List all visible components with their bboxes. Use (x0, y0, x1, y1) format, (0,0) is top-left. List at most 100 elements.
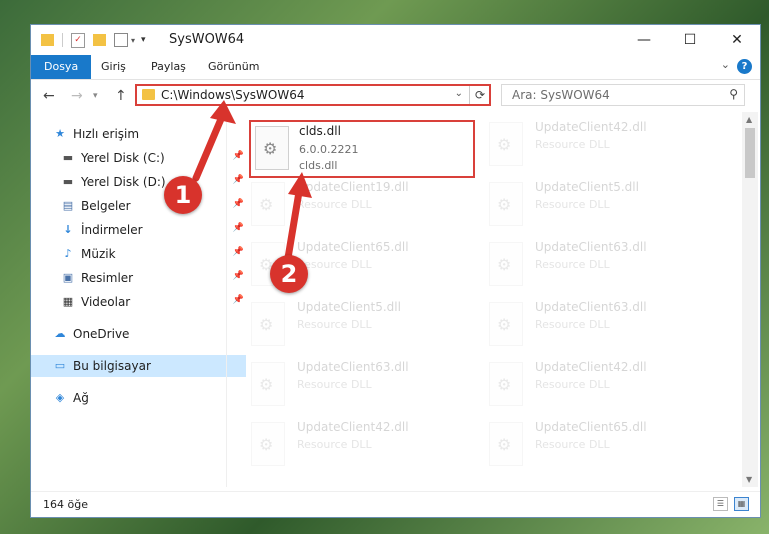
step-badge-1: 1 (164, 176, 202, 214)
search-input[interactable]: Ara: SysWOW64 ⚲ (501, 84, 745, 106)
back-button[interactable]: ← (43, 88, 55, 104)
file-name: UpdateClient63.dll (535, 300, 647, 314)
sidebar-item-label: Resimler (81, 271, 134, 285)
file-tile[interactable]: ⚙ UpdateClient63.dll Resource DLL (469, 236, 689, 294)
sidebar-item-pictures[interactable]: ▣ Resimler 📌 (31, 267, 254, 289)
file-tile[interactable]: ⚙ UpdateClient19.dll Resource DLL (231, 176, 451, 234)
file-tile[interactable]: ⚙ UpdateClient65.dll Resource DLL (469, 416, 689, 474)
recent-locations-icon[interactable]: ▾ (93, 91, 98, 101)
sidebar-item-network[interactable]: ◈ Ağ (31, 387, 246, 409)
file-name: UpdateClient42.dll (535, 360, 647, 374)
sidebar-item-music[interactable]: ♪ Müzik 📌 (31, 243, 254, 265)
address-bar[interactable]: C:\Windows\SysWOW64 ⌄ (135, 84, 491, 106)
vertical-scrollbar[interactable]: ▲ ▼ (742, 112, 758, 487)
file-tile[interactable]: ⚙ UpdateClient42.dll Resource DLL (469, 116, 689, 174)
file-tile[interactable]: ⚙ UpdateClient42.dll Resource DLL (469, 356, 689, 414)
sidebar-item-downloads[interactable]: ↓ İndirmeler 📌 (31, 219, 254, 241)
details-view-icon[interactable]: ☰ (713, 497, 728, 511)
file-name: UpdateClient5.dll (297, 300, 401, 314)
minimize-button[interactable]: — (621, 25, 667, 55)
gear-icon: ⚙ (497, 135, 512, 154)
file-type: Resource DLL (297, 438, 372, 451)
dll-file-icon: ⚙ (489, 362, 523, 406)
sidebar-item-local-disk-d[interactable]: ▬ Yerel Disk (D:) 📌 (31, 171, 254, 193)
sidebar-item-local-disk-c[interactable]: ▬ Yerel Disk (C:) 📌 (31, 147, 254, 169)
gear-icon: ⚙ (259, 195, 274, 214)
gear-icon: ⚙ (259, 315, 274, 334)
file-name: UpdateClient19.dll (297, 180, 409, 194)
maximize-button[interactable]: ☐ (667, 25, 713, 55)
file-tile[interactable]: ⚙ UpdateClient42.dll Resource DLL (231, 416, 451, 474)
status-bar: 164 öğe ☰ ▦ (31, 491, 760, 518)
refresh-button[interactable]: ⟳ (469, 86, 490, 104)
computer-icon: ▭ (54, 359, 66, 372)
chevron-down-icon[interactable]: ⌄ (455, 88, 463, 99)
tab-home[interactable]: Giriş (101, 55, 126, 79)
scrollbar-thumb[interactable] (745, 128, 755, 178)
gear-icon: ⚙ (497, 375, 512, 394)
file-name: UpdateClient63.dll (535, 240, 647, 254)
help-icon[interactable]: ? (737, 59, 752, 74)
chevron-down-icon[interactable]: ▾ (131, 36, 135, 45)
file-description: clds.dll (299, 159, 338, 172)
quick-access-toolbar: ✓ ▾ ▾ (41, 32, 146, 48)
cloud-icon: ☁ (54, 327, 66, 340)
sidebar-item-this-pc[interactable]: ▭ Bu bilgisayar (31, 355, 246, 377)
drive-icon: ▬ (62, 151, 74, 164)
sidebar-item-label: İndirmeler (81, 223, 143, 237)
file-tile[interactable]: ⚙ UpdateClient5.dll Resource DLL (469, 176, 689, 234)
item-count: 164 öğe (43, 498, 88, 511)
dll-file-icon: ⚙ (251, 422, 285, 466)
sidebar-item-onedrive[interactable]: ☁ OneDrive (31, 323, 246, 345)
address-path[interactable]: C:\Windows\SysWOW64 (161, 88, 305, 102)
gear-icon: ⚙ (497, 315, 512, 334)
file-type: Resource DLL (535, 318, 610, 331)
gear-icon: ⚙ (497, 435, 512, 454)
explorer-window: ✓ ▾ ▾ SysWOW64 — ☐ ✕ Dosya Giriş Paylaş … (30, 24, 761, 518)
file-tile[interactable]: ⚙ UpdateClient63.dll Resource DLL (231, 356, 451, 414)
forward-button[interactable]: → (71, 88, 83, 104)
file-name: UpdateClient65.dll (535, 420, 647, 434)
dll-file-icon: ⚙ (251, 362, 285, 406)
file-type: Resource DLL (535, 438, 610, 451)
customize-toolbar-icon[interactable]: ▾ (141, 35, 146, 45)
sidebar-item-label: Müzik (81, 247, 116, 261)
file-version: 6.0.0.2221 (299, 143, 359, 156)
documents-icon: ▤ (62, 199, 74, 212)
close-button[interactable]: ✕ (714, 25, 760, 55)
tab-view[interactable]: Görünüm (208, 55, 259, 79)
file-tile[interactable]: ⚙ UpdateClient5.dll Resource DLL (231, 296, 451, 354)
sidebar-item-label: Belgeler (81, 199, 131, 213)
folder-icon[interactable] (41, 34, 54, 46)
file-tile[interactable]: ⚙ UpdateClient63.dll Resource DLL (469, 296, 689, 354)
tab-share[interactable]: Paylaş (151, 55, 186, 79)
tab-file[interactable]: Dosya (31, 55, 92, 79)
sidebar-item-label: Bu bilgisayar (73, 359, 151, 373)
navigation-bar: ← → ▾ ↑ C:\Windows\SysWOW64 ⌄ ⟳ Ara: Sys… (31, 80, 760, 112)
pictures-icon: ▣ (62, 271, 74, 284)
large-icons-view-icon[interactable]: ▦ (734, 497, 749, 511)
sidebar-item-quick-access[interactable]: ★ Hızlı erişim (31, 123, 246, 145)
dll-file-icon: ⚙ (489, 302, 523, 346)
scroll-up-icon[interactable]: ▲ (746, 115, 752, 124)
window-title: SysWOW64 (169, 32, 245, 47)
up-button[interactable]: ↑ (115, 88, 127, 104)
pane-divider[interactable] (226, 117, 227, 487)
search-icon[interactable]: ⚲ (729, 87, 738, 101)
file-tile[interactable]: ⚙ UpdateClient65.dll Resource DLL (231, 236, 451, 294)
file-type: Resource DLL (297, 258, 372, 271)
new-folder-icon[interactable] (93, 34, 106, 46)
file-type: Resource DLL (297, 318, 372, 331)
sidebar-item-documents[interactable]: ▤ Belgeler 📌 (31, 195, 254, 217)
sidebar-item-label: OneDrive (73, 327, 130, 341)
sidebar-item-label: Hızlı erişim (73, 127, 140, 141)
sidebar-item-videos[interactable]: ▦ Videolar 📌 (31, 291, 254, 313)
expand-ribbon-icon[interactable]: ⌄ (721, 58, 730, 71)
scroll-down-icon[interactable]: ▼ (746, 475, 752, 484)
file-tile-clds-dll[interactable]: ⚙ clds.dll 6.0.0.2221 clds.dll (249, 120, 475, 178)
view-options-icon[interactable] (114, 33, 128, 47)
title-bar: ✓ ▾ ▾ SysWOW64 — ☐ ✕ (31, 25, 760, 55)
navigation-pane: ★ Hızlı erişim ▬ Yerel Disk (C:) 📌 ▬ Yer… (31, 117, 246, 487)
properties-icon[interactable]: ✓ (71, 32, 85, 48)
dll-file-icon: ⚙ (489, 122, 523, 166)
